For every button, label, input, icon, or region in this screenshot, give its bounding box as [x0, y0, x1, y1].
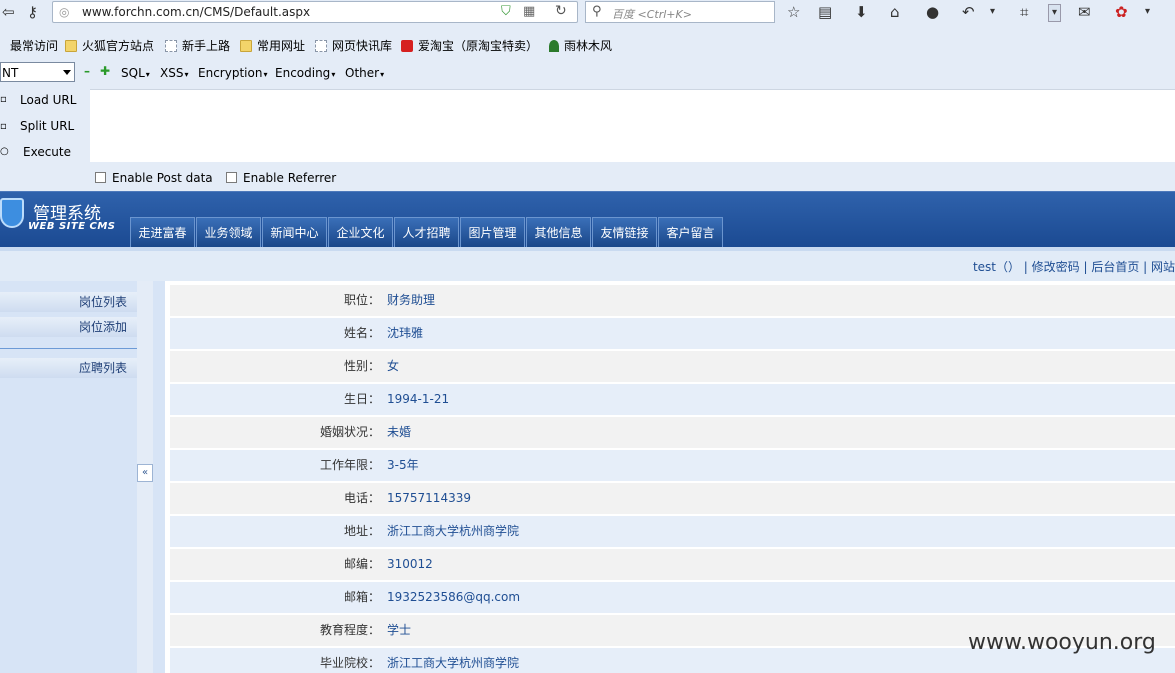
url-bar[interactable]: ◎ www.forchn.com.cn/CMS/Default.aspx ⛉ ▦… [52, 1, 578, 23]
taobao-icon [401, 40, 413, 52]
chat-icon[interactable]: ● [926, 4, 939, 20]
enable-referrer-checkbox[interactable]: Enable Referrer [226, 171, 336, 185]
shield-logo-icon [0, 198, 24, 228]
bookmark-item[interactable]: 火狐官方站点 [65, 37, 154, 54]
bookmark-item[interactable]: 新手上路 [165, 37, 230, 54]
sidebar-item-applicant-list[interactable]: 应聘列表 [0, 358, 137, 378]
collapse-sidebar-button[interactable]: « [137, 464, 153, 482]
addon-icon[interactable]: ✿ [1115, 4, 1128, 20]
load-icon: ▫ [0, 94, 7, 105]
search-placeholder: 百度 <Ctrl+K> [612, 8, 692, 21]
table-row: 工作年限： 3-5年 [170, 450, 1175, 481]
nav-tab[interactable]: 人才招聘 [394, 217, 459, 247]
qr-icon[interactable]: ▦ [523, 4, 535, 19]
home-icon[interactable]: ⌂ [890, 4, 900, 20]
star-icon[interactable]: ☆ [787, 4, 800, 20]
reader-icon[interactable]: ▤ [818, 4, 832, 20]
checkbox-box[interactable] [95, 172, 106, 183]
hackbar-menu-encoding[interactable]: Encoding [275, 66, 335, 80]
nav-tab[interactable]: 其他信息 [526, 217, 591, 247]
dropdown-icon[interactable]: ▾ [1048, 4, 1062, 22]
download-icon[interactable]: ⬇ [855, 4, 868, 20]
minus-icon[interactable]: – [84, 64, 90, 78]
sidebar-item-job-add[interactable]: 岗位添加 [0, 317, 137, 337]
page-icon [315, 40, 327, 52]
table-row: 电话： 15757114339 [170, 483, 1175, 514]
enable-post-checkbox[interactable]: Enable Post data [95, 171, 213, 185]
back-icon[interactable]: ⇦ [2, 4, 15, 20]
table-row: 职位： 财务助理 [170, 285, 1175, 316]
table-row: 婚姻状况： 未婚 [170, 417, 1175, 448]
hackbar-menu-sql[interactable]: SQL [121, 66, 150, 80]
bookmark-item[interactable]: 常用网址 [240, 37, 305, 54]
reload-icon[interactable]: ↻ [555, 3, 567, 19]
hackbar-url-textarea[interactable] [90, 89, 1175, 162]
split-url-button[interactable]: Split URL [20, 119, 74, 133]
chevron-down-icon[interactable]: ▾ [990, 4, 995, 20]
sidebar-gutter [153, 281, 165, 673]
load-url-button[interactable]: Load URL [20, 93, 76, 107]
shield-icon[interactable]: ⛉ [501, 4, 511, 19]
nav-tab[interactable]: 企业文化 [328, 217, 393, 247]
hackbar-menu-xss[interactable]: XSS [160, 66, 188, 80]
plus-icon[interactable]: ✚ [100, 64, 110, 78]
top-links[interactable]: test（） | 修改密码 | 后台首页 | 网站 [973, 258, 1175, 275]
nav-tab[interactable]: 友情链接 [592, 217, 657, 247]
bookmarks-bar: 最常访问 火狐官方站点 新手上路 常用网址 网页快讯库 爱淘宝（原淘宝特卖） 雨… [0, 33, 1175, 55]
comment-icon[interactable]: ✉ [1078, 4, 1091, 20]
bookmark-item[interactable]: 雨林木风 [549, 37, 612, 54]
nav-tab[interactable]: 新闻中心 [262, 217, 327, 247]
hackbar-select[interactable]: NT [0, 62, 75, 82]
checkbox-box[interactable] [226, 172, 237, 183]
cms-logo: 管理系统 WEB SITE CMS [0, 195, 125, 240]
chevron-down-icon [63, 70, 71, 75]
table-row: 生日： 1994-1-21 [170, 384, 1175, 415]
execute-icon: ○ [0, 146, 9, 157]
table-row: 邮箱： 1932523586@qq.com [170, 582, 1175, 613]
bookmark-item[interactable]: 爱淘宝（原淘宝特卖） [401, 37, 538, 54]
table-row: 地址： 浙江工商大学杭州商学院 [170, 516, 1175, 547]
page-icon [165, 40, 177, 52]
search-icon: ⚲ [592, 4, 602, 19]
split-icon: ▫ [0, 121, 7, 132]
sidebar-divider [0, 348, 137, 349]
table-row: 姓名： 沈玮雅 [170, 318, 1175, 349]
nav-tab[interactable]: 业务领域 [196, 217, 261, 247]
undo-icon[interactable]: ↶ [962, 4, 975, 20]
hackbar-menu-other[interactable]: Other [345, 66, 384, 80]
browser-toolbar: ⇦ ⚷ ◎ www.forchn.com.cn/CMS/Default.aspx… [0, 0, 1175, 26]
bookmark-item[interactable]: 最常访问 [10, 37, 58, 54]
folder-icon [65, 40, 77, 52]
url-text: www.forchn.com.cn/CMS/Default.aspx [82, 5, 311, 19]
nav-tab[interactable]: 走进富春 [130, 217, 195, 247]
bookmark-item[interactable]: 网页快讯库 [315, 37, 392, 54]
table-row: 性别：女 [170, 351, 1175, 382]
globe-icon: ◎ [59, 5, 70, 19]
identity-icon[interactable]: ⚷ [27, 4, 38, 20]
watermark: www.wooyun.org [968, 630, 1156, 655]
hackbar-menu-encryption[interactable]: Encryption [198, 66, 267, 80]
folder-icon [240, 40, 252, 52]
execute-button[interactable]: Execute [23, 145, 71, 159]
crop-icon[interactable]: ⌗ [1020, 4, 1028, 20]
table-row: 邮编： 310012 [170, 549, 1175, 580]
search-bar[interactable]: ⚲ 百度 <Ctrl+K> [585, 1, 775, 23]
tree-icon [549, 40, 559, 52]
sidebar-item-job-list[interactable]: 岗位列表 [0, 292, 137, 312]
nav-tab[interactable]: 图片管理 [460, 217, 525, 247]
sidebar [0, 281, 137, 673]
menu-chevron-icon[interactable]: ▾ [1145, 4, 1150, 20]
nav-tab[interactable]: 客户留言 [658, 217, 723, 247]
